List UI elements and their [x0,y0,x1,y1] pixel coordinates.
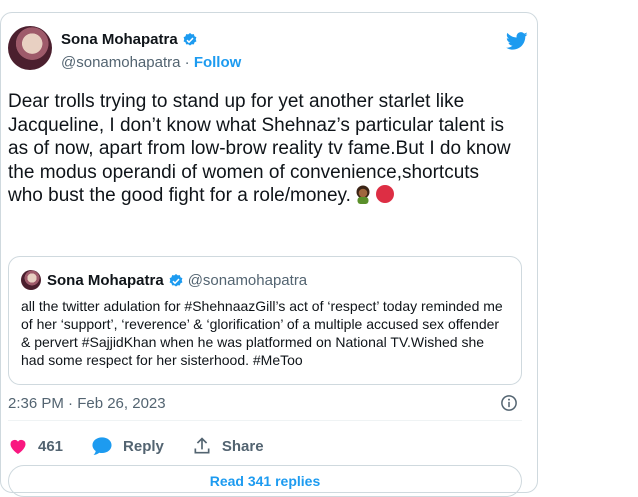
tweet-card: Sona Mohapatra @sonamohapatra · Follow D… [0,12,538,497]
read-replies-button[interactable]: Read 341 replies [8,465,522,497]
share-label: Share [221,437,264,455]
share-button[interactable]: Share [192,436,264,456]
reply-label: Reply [123,437,164,455]
author-handle[interactable]: @sonamohapatra [61,54,180,71]
reply-button[interactable]: Reply [91,436,164,456]
verified-badge-icon [169,273,183,287]
tweet-actions: 461 Reply Share [8,435,292,457]
quoted-author-avatar [21,270,41,290]
tweet-text: Dear trolls trying to stand up for yet a… [8,90,518,208]
author-name[interactable]: Sona Mohapatra [61,31,178,48]
quoted-tweet[interactable]: Sona Mohapatra @sonamohapatra all the tw… [8,256,522,385]
red-circle-emoji-icon [375,185,394,203]
share-icon [194,437,210,454]
quoted-author-name: Sona Mohapatra [47,272,164,289]
author-handle-row: @sonamohapatra · Follow [61,54,241,71]
like-count: 461 [38,437,64,455]
tweet-body: Dear trolls trying to stand up for yet a… [8,91,511,206]
verified-badge-icon [183,32,197,46]
divider [8,420,522,421]
reply-bubble-icon [92,437,112,455]
tweet-timestamp[interactable]: 2:36 PM · Feb 26, 2023 [8,395,166,412]
quoted-tweet-text: all the twitter adulation for #ShehnaazG… [21,298,503,368]
tweet-header: Sona Mohapatra @sonamohapatra · Follow [8,26,528,76]
author-name-row[interactable]: Sona Mohapatra [61,31,198,48]
info-icon[interactable] [500,394,518,412]
heart-icon [10,439,26,454]
twitter-bird-icon[interactable] [506,30,528,52]
quoted-author-handle: @sonamohapatra [187,272,308,289]
woman-emoji-icon [356,185,370,204]
quoted-author-row: Sona Mohapatra @sonamohapatra [47,272,307,289]
author-avatar[interactable] [8,26,52,70]
follow-button[interactable]: Follow [194,54,242,71]
like-button[interactable]: 461 [8,436,63,456]
handle-separator: · [184,54,190,71]
